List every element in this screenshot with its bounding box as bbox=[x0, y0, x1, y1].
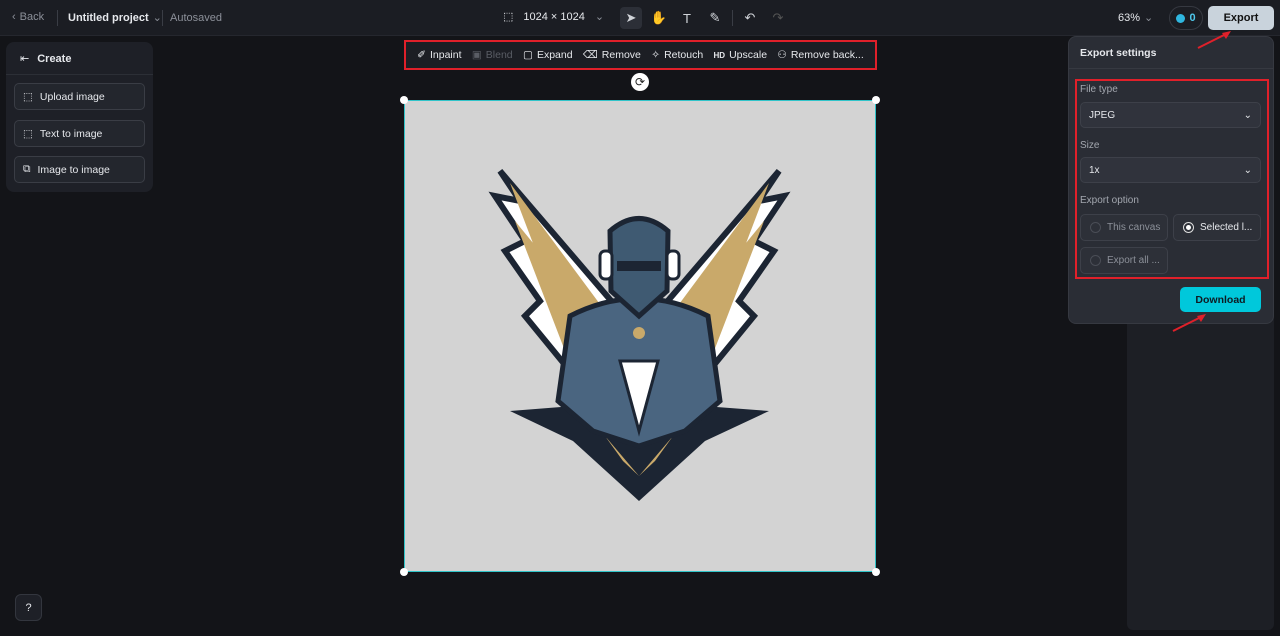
autosave-status: Autosaved bbox=[170, 12, 222, 24]
back-button[interactable]: ‹ Back bbox=[12, 11, 44, 23]
retouch-button[interactable]: ✧ Retouch bbox=[651, 49, 703, 61]
chevron-left-icon: ‹ bbox=[12, 11, 16, 23]
right-panel bbox=[1127, 300, 1274, 630]
undo-icon[interactable]: ↶ bbox=[739, 7, 761, 29]
text-to-image-button[interactable]: ⬚ Text to image bbox=[14, 120, 145, 147]
export-settings-title: Export settings bbox=[1080, 47, 1157, 59]
chevron-down-icon: ⌄ bbox=[1243, 164, 1252, 176]
redo-icon[interactable]: ↷ bbox=[767, 7, 789, 29]
retouch-icon: ✧ bbox=[651, 49, 661, 61]
create-panel: ⇤ Create ⬚ Upload image ⬚ Text to image ⧉ Im… bbox=[6, 42, 153, 192]
size-select[interactable]: 1x ⌄ bbox=[1080, 157, 1261, 183]
image-edit-toolbar: ✐ Inpaint ▣ Blend ▢ Expand ⌫ Remove ✧ Retouch… bbox=[404, 40, 877, 70]
top-bar: ‹ Back Untitled project ⌄ Autosaved ⬚ 1024 … bbox=[0, 0, 1280, 36]
annotation-arrow bbox=[1197, 31, 1231, 49]
text-tool-icon[interactable]: T bbox=[676, 7, 698, 29]
download-button[interactable]: Download bbox=[1180, 287, 1261, 312]
chevron-down-icon: ⌄ bbox=[152, 12, 162, 24]
size-label: Size bbox=[1080, 140, 1100, 151]
select-tool-icon[interactable]: ➤ bbox=[620, 7, 642, 29]
option-this-canvas[interactable]: This canvas bbox=[1080, 214, 1168, 241]
help-icon[interactable]: ? bbox=[15, 594, 42, 621]
create-header[interactable]: ⇤ Create bbox=[20, 52, 71, 66]
upload-image-button[interactable]: ⬚ Upload image bbox=[14, 83, 145, 110]
divider bbox=[732, 10, 733, 26]
chevron-down-icon: ⌄ bbox=[1243, 109, 1252, 121]
text-image-icon: ⬚ bbox=[23, 127, 33, 140]
zoom-menu[interactable]: 63% ⌄ bbox=[1118, 11, 1154, 25]
credits-badge[interactable]: 0 bbox=[1169, 6, 1203, 30]
hand-tool-icon[interactable]: ✋ bbox=[648, 7, 670, 29]
canvas-image[interactable] bbox=[404, 100, 876, 572]
image-icon: ⧉ bbox=[23, 163, 31, 175]
person-icon: ⚇ bbox=[777, 49, 787, 61]
chevron-down-icon: ⌄ bbox=[1144, 12, 1154, 24]
rotate-handle-icon[interactable]: ⟳ bbox=[631, 73, 649, 91]
radio-icon bbox=[1090, 255, 1101, 266]
resize-handle[interactable] bbox=[400, 568, 408, 576]
hd-icon: HD bbox=[713, 50, 726, 60]
expand-icon: ▢ bbox=[523, 49, 533, 61]
radio-icon bbox=[1090, 222, 1101, 233]
divider bbox=[57, 10, 58, 26]
radio-checked-icon bbox=[1183, 222, 1194, 233]
upscale-button[interactable]: HD Upscale bbox=[714, 49, 768, 61]
divider bbox=[162, 10, 163, 26]
winged-warrior-logo bbox=[488, 169, 791, 501]
inpaint-button[interactable]: ✐ Inpaint bbox=[417, 49, 461, 61]
resize-handle[interactable] bbox=[872, 96, 880, 104]
resize-handle[interactable] bbox=[872, 568, 880, 576]
blend-button[interactable]: ▣ Blend bbox=[472, 49, 513, 61]
upload-icon: ⬚ bbox=[23, 90, 33, 103]
annotation-arrow bbox=[1172, 314, 1206, 332]
option-selected-layer[interactable]: Selected l... bbox=[1173, 214, 1261, 241]
resize-icon: ⬚ bbox=[503, 11, 514, 23]
export-button[interactable]: Export bbox=[1208, 6, 1274, 30]
remove-button[interactable]: ⌫ Remove bbox=[583, 49, 641, 61]
eraser-icon: ⌫ bbox=[582, 49, 598, 61]
inpaint-icon: ✐ bbox=[417, 49, 426, 61]
expand-button[interactable]: ▢ Expand bbox=[523, 49, 573, 61]
brush-tool-icon[interactable]: ✎ bbox=[704, 7, 726, 29]
file-type-select[interactable]: JPEG ⌄ bbox=[1080, 102, 1261, 128]
option-export-all[interactable]: Export all ... bbox=[1080, 247, 1168, 274]
remove-background-button[interactable]: ⚇ Remove back... bbox=[777, 49, 863, 61]
credit-icon bbox=[1176, 13, 1186, 23]
resize-handle[interactable] bbox=[400, 96, 408, 104]
chevron-down-icon: ⌄ bbox=[594, 11, 605, 23]
collapse-icon: ⇤ bbox=[20, 53, 30, 65]
canvas-size-menu[interactable]: ⬚ 1024 × 1024 ⌄ bbox=[503, 10, 605, 24]
divider bbox=[1068, 68, 1274, 69]
image-to-image-button[interactable]: ⧉ Image to image bbox=[14, 156, 145, 183]
blend-icon: ▣ bbox=[471, 49, 482, 61]
export-option-label: Export option bbox=[1080, 195, 1139, 206]
project-name-menu[interactable]: Untitled project ⌄ bbox=[68, 11, 162, 25]
divider bbox=[6, 74, 153, 75]
file-type-label: File type bbox=[1080, 84, 1118, 95]
